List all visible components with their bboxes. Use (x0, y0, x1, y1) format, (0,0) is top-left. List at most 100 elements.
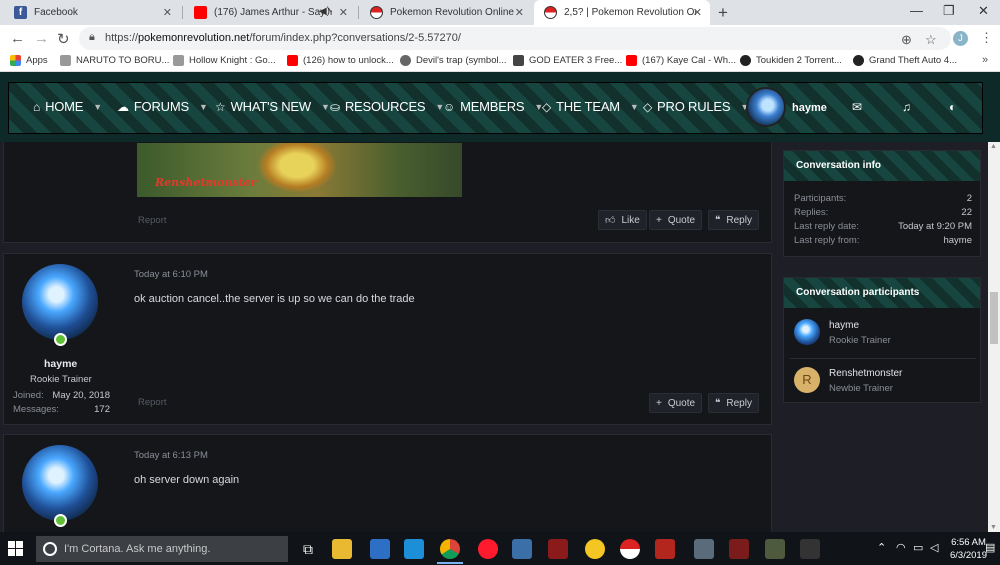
file-explorer-icon[interactable] (332, 539, 352, 559)
close-icon[interactable]: ✕ (693, 6, 702, 19)
page-scrollbar[interactable]: ▲ ▼ (988, 142, 1000, 532)
new-tab-button[interactable]: + (718, 3, 728, 23)
task-view-icon[interactable]: ⧉ (298, 539, 318, 559)
chrome-icon[interactable] (440, 539, 460, 559)
post-timestamp[interactable]: Today at 6:10 PM (134, 269, 208, 280)
bookmark-item[interactable]: GOD EATER 3 Free... (513, 55, 622, 66)
app-icon[interactable] (694, 539, 714, 559)
zoom-icon[interactable]: ⊕ (901, 32, 912, 48)
conversation-info-panel: Conversation info Participants: 2 Replie… (783, 150, 981, 257)
app-icon[interactable] (585, 539, 605, 559)
forward-icon[interactable]: → (34, 30, 49, 47)
post-timestamp[interactable]: Today at 6:13 PM (134, 450, 208, 461)
bookmark-item[interactable]: Hollow Knight : Go... (173, 55, 276, 66)
menu-kebab-icon[interactable]: ⋮ (980, 30, 993, 46)
bookmark-item[interactable]: (167) Kaye Cal - Wh... (626, 55, 736, 66)
info-label: Last reply date: (794, 221, 859, 232)
tab-youtube[interactable]: (176) James Arthur - Say You ◀) ✕ (184, 0, 356, 25)
app-icon[interactable] (765, 539, 785, 559)
bell-icon[interactable]: ♫ (902, 100, 911, 114)
lock-icon: 🔒︎ (89, 31, 95, 43)
nav-forums[interactable]: ☁ FORUMS ▼ (117, 99, 208, 114)
app-icon[interactable] (655, 539, 675, 559)
quote-button[interactable]: + Quote (649, 210, 703, 230)
bookmark-item[interactable]: Grand Theft Auto 4... (853, 55, 957, 66)
conversation-content: Renshetmonster Report 👍︎ Like + Quote ❝ Rep… (0, 142, 1000, 532)
participant-avatar[interactable]: R (794, 367, 820, 393)
bookmark-item[interactable]: (126) how to unlock... (287, 55, 394, 66)
nav-resources[interactable]: ⛀ RESOURCES ▼ (330, 99, 444, 114)
scroll-up-icon[interactable]: ▲ (990, 143, 997, 150)
bookmark-apps[interactable]: Apps (10, 55, 48, 66)
close-icon[interactable]: ✕ (163, 6, 172, 19)
quote-marks-icon: ❝ (715, 397, 721, 409)
chevron-down-icon: ▼ (629, 101, 639, 112)
bookmark-star-icon[interactable]: ☆ (925, 32, 937, 48)
post-username[interactable]: hayme (44, 358, 77, 370)
tab-pokemon[interactable]: Pokemon Revolution Online ✕ (360, 0, 532, 25)
nav-username[interactable]: hayme (792, 102, 827, 114)
participant-name[interactable]: hayme (829, 320, 859, 331)
app-icon[interactable] (548, 539, 568, 559)
bookmarks-overflow-icon[interactable]: » (982, 54, 988, 66)
user-avatar[interactable] (22, 445, 98, 521)
participant-avatar[interactable] (794, 319, 820, 345)
app-icon[interactable] (404, 539, 424, 559)
nav-home[interactable]: ⌂ HOME ▼ (33, 99, 102, 114)
close-icon[interactable]: ✕ (515, 6, 524, 19)
user-title: Rookie Trainer (30, 374, 92, 385)
bookmark-item[interactable]: Toukiden 2 Torrent... (740, 55, 842, 66)
audio-icon[interactable]: ◀) (319, 6, 330, 17)
reply-button[interactable]: ❝ Reply (708, 210, 759, 230)
back-icon[interactable]: ← (10, 30, 25, 47)
clock-date: 6/3/2019 (950, 550, 987, 561)
envelope-icon[interactable]: ✉ (852, 100, 862, 114)
panel-title: Conversation info (796, 160, 882, 171)
bookmark-item[interactable]: NARUTO TO BORU... (60, 55, 169, 66)
report-link[interactable]: Report (138, 215, 167, 226)
nav-pro-rules[interactable]: ◇ PRO RULES ▼ (643, 99, 749, 114)
pokeball-icon[interactable] (620, 539, 640, 559)
nav-the-team[interactable]: ◇ THE TEAM ▼ (542, 99, 639, 114)
app-icon[interactable] (800, 539, 820, 559)
minimize-icon[interactable]: — (910, 3, 923, 18)
app-icon[interactable] (512, 539, 532, 559)
volume-icon[interactable]: ◁ (930, 541, 938, 554)
participant-name[interactable]: Renshetmonster (829, 368, 902, 379)
scrollbar-thumb[interactable] (990, 292, 998, 344)
nav-members[interactable]: ☺ MEMBERS ▼ (443, 99, 543, 114)
like-button[interactable]: 👍︎ Like (598, 210, 647, 230)
opera-icon[interactable] (478, 539, 498, 559)
scroll-down-icon[interactable]: ▼ (990, 524, 997, 531)
network-icon[interactable]: ◠ (896, 541, 906, 554)
user-icon: ☺ (443, 99, 456, 114)
tab-active-conversation[interactable]: 2,5? | Pokemon Revolution Onli ✕ (534, 0, 710, 25)
app-icon[interactable] (729, 539, 749, 559)
address-bar[interactable]: 🔒︎ https://pokemonrevolution.net/forum/i… (79, 27, 951, 50)
nav-whats-new[interactable]: ☆ WHAT'S NEW ▼ (215, 99, 330, 114)
main-navigation: ⌂ HOME ▼ ☁ FORUMS ▼ ☆ WHAT'S NEW ▼ ⛀ RESOURCES ▼… (8, 82, 983, 134)
system-clock[interactable]: 6:56 AM 6/3/2019 (950, 536, 987, 562)
bookmark-item[interactable]: Devil's trap (symbol... (400, 55, 507, 66)
report-link[interactable]: Report (138, 397, 167, 408)
url-text: https://pokemonrevolution.net/forum/inde… (105, 32, 461, 44)
user-avatar[interactable] (22, 264, 98, 340)
restore-icon[interactable]: ❐ (943, 3, 955, 19)
tray-chevron-up-icon[interactable]: ⌃ (877, 541, 886, 554)
windows-start-icon[interactable] (8, 541, 24, 557)
app-icon[interactable] (370, 539, 390, 559)
cortana-icon (43, 542, 57, 556)
reply-button[interactable]: ❝ Reply (708, 393, 759, 413)
profile-avatar[interactable]: J (953, 31, 968, 46)
tab-facebook[interactable]: f Facebook ✕ (4, 0, 180, 25)
reload-icon[interactable]: ↻ (57, 30, 70, 48)
info-value[interactable]: hayme (943, 235, 972, 246)
quote-button[interactable]: + Quote (649, 393, 703, 413)
close-icon[interactable]: ✕ (339, 6, 348, 19)
nav-user-avatar[interactable] (746, 87, 786, 127)
battery-icon[interactable]: ▭ (913, 541, 923, 554)
cortana-search-box[interactable]: I'm Cortana. Ask me anything. (36, 536, 288, 562)
notification-icon[interactable]: ▤ (985, 541, 995, 554)
theme-toggle-icon[interactable]: ◐ (949, 100, 956, 114)
window-close-icon[interactable]: ✕ (978, 3, 989, 19)
